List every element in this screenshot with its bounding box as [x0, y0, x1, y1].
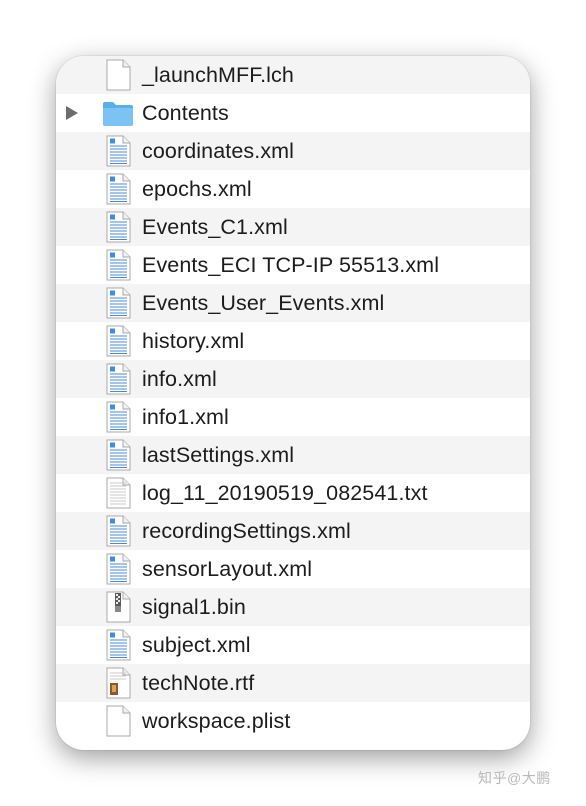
- file-row[interactable]: info.xml: [56, 360, 530, 398]
- file-row[interactable]: Events_C1.xml: [56, 208, 530, 246]
- file-name: Contents: [142, 101, 229, 125]
- xml-document-icon: [104, 629, 132, 661]
- file-name: lastSettings.xml: [142, 443, 295, 467]
- file-name: workspace.plist: [142, 709, 291, 733]
- blank-document-icon: [104, 705, 132, 737]
- rtf-document-icon: [104, 667, 132, 699]
- xml-document-icon: [104, 553, 132, 585]
- xml-document-icon: [104, 135, 132, 167]
- file-row[interactable]: techNote.rtf: [56, 664, 530, 702]
- file-list: _launchMFF.lch Contents coordinates.xml epo…: [56, 56, 530, 740]
- file-row[interactable]: recordingSettings.xml: [56, 512, 530, 550]
- file-row[interactable]: coordinates.xml: [56, 132, 530, 170]
- folder-row[interactable]: Contents: [56, 94, 530, 132]
- file-row[interactable]: history.xml: [56, 322, 530, 360]
- file-name: history.xml: [142, 329, 245, 353]
- file-name: Events_User_Events.xml: [142, 291, 385, 315]
- file-name: subject.xml: [142, 633, 251, 657]
- xml-document-icon: [104, 363, 132, 395]
- folder-icon: [102, 97, 133, 129]
- file-name: sensorLayout.xml: [142, 557, 313, 581]
- file-row[interactable]: signal1.bin: [56, 588, 530, 626]
- file-row[interactable]: epochs.xml: [56, 170, 530, 208]
- xml-document-icon: [104, 401, 132, 433]
- binary-archive-icon: [104, 591, 132, 623]
- finder-window: _launchMFF.lch Contents coordinates.xml epo…: [56, 56, 530, 750]
- file-row[interactable]: subject.xml: [56, 626, 530, 664]
- file-name: _launchMFF.lch: [142, 63, 294, 87]
- file-name: coordinates.xml: [142, 139, 295, 163]
- file-name: log_11_20190519_082541.txt: [142, 481, 428, 505]
- xml-document-icon: [104, 287, 132, 319]
- file-name: techNote.rtf: [142, 671, 255, 695]
- blank-document-icon: [104, 59, 132, 91]
- xml-document-icon: [104, 249, 132, 281]
- file-name: recordingSettings.xml: [142, 519, 351, 543]
- file-row[interactable]: Events_ECI TCP-IP 55513.xml: [56, 246, 530, 284]
- watermark: 知乎@大鹏: [478, 770, 551, 786]
- xml-document-icon: [104, 173, 132, 205]
- file-row[interactable]: workspace.plist: [56, 702, 530, 740]
- xml-document-icon: [104, 211, 132, 243]
- file-name: Events_C1.xml: [142, 215, 288, 239]
- file-row[interactable]: _launchMFF.lch: [56, 56, 530, 94]
- file-name: Events_ECI TCP-IP 55513.xml: [142, 253, 440, 277]
- file-row[interactable]: sensorLayout.xml: [56, 550, 530, 588]
- disclosure-triangle-icon[interactable]: [66, 106, 78, 120]
- file-row[interactable]: Events_User_Events.xml: [56, 284, 530, 322]
- file-row[interactable]: info1.xml: [56, 398, 530, 436]
- xml-document-icon: [104, 439, 132, 471]
- file-name: info.xml: [142, 367, 217, 391]
- xml-document-icon: [104, 515, 132, 547]
- file-row[interactable]: lastSettings.xml: [56, 436, 530, 474]
- file-name: info1.xml: [142, 405, 229, 429]
- file-row[interactable]: log_11_20190519_082541.txt: [56, 474, 530, 512]
- text-document-icon: [104, 477, 132, 509]
- file-name: epochs.xml: [142, 177, 252, 201]
- xml-document-icon: [104, 325, 132, 357]
- file-name: signal1.bin: [142, 595, 246, 619]
